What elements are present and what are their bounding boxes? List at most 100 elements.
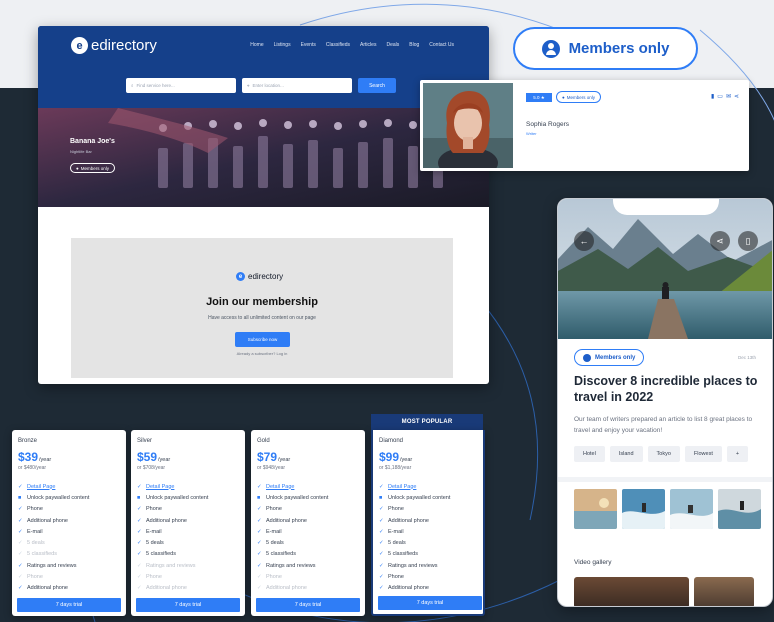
check-icon: ✓ [18, 506, 23, 513]
check-icon: ✓ [257, 540, 262, 547]
feature-label: Phone [388, 506, 404, 513]
feature-item[interactable]: ✓ Detail Page [257, 481, 361, 492]
feature-label: Unlock paywalled content [146, 494, 209, 501]
check-icon: ✓ [379, 528, 384, 535]
plan-price: $39/year [18, 450, 51, 464]
check-icon: ✓ [18, 540, 23, 547]
nav-item-home[interactable]: Home [250, 42, 263, 48]
price-amount: $39 [18, 450, 39, 464]
search-button[interactable]: Search [358, 78, 396, 93]
feature-item: ✓ Additional phone [257, 583, 361, 594]
check-icon: ✓ [137, 528, 142, 535]
article-hero-photo [558, 199, 772, 339]
gallery-thumb[interactable] [622, 489, 665, 529]
nav-item-events[interactable]: Events [301, 42, 316, 48]
site-logo[interactable]: e edirectory [71, 37, 157, 54]
most-popular-banner: MOST POPULAR [371, 414, 483, 430]
pricing-card-diamond: Diamond $99/year or $1,188/year ✓ Detail Pag… [371, 430, 485, 616]
video-thumb[interactable] [574, 577, 689, 606]
plan-name: Silver [137, 438, 153, 444]
tag-hotel[interactable]: Hotel [574, 446, 605, 462]
feature-label: Additional phone [27, 585, 68, 592]
lock-icon: ■ [137, 494, 141, 501]
chip-label: Members only [595, 354, 636, 361]
nav-item-deals[interactable]: Deals [386, 42, 399, 48]
feature-item[interactable]: ✓ Detail Page [18, 481, 122, 492]
check-icon: ✓ [137, 540, 142, 547]
location-input[interactable]: ⌖ Enter location... [242, 78, 352, 93]
profile-role[interactable]: Writer [526, 131, 537, 136]
feature-item: ✓ Ratings and reviews [137, 560, 241, 571]
share-icon[interactable]: ⋖ [734, 93, 739, 100]
members-only-chip[interactable]: ● Members only [70, 163, 115, 173]
gallery-thumb[interactable] [718, 489, 761, 529]
price-period: /year [39, 457, 52, 463]
check-icon: ✓ [257, 585, 262, 592]
gallery-thumb[interactable] [574, 489, 617, 529]
price-amount: $79 [257, 450, 278, 464]
feature-label: 5 deals [266, 540, 284, 547]
back-arrow-icon[interactable]: ← [574, 231, 594, 251]
feature-label: Detail Page [388, 483, 417, 490]
tag-flowest[interactable]: Flowest [684, 446, 722, 462]
trial-button[interactable]: 7 days trial [378, 596, 482, 610]
gallery-thumb[interactable] [670, 489, 713, 529]
mail-icon[interactable]: ✉ [726, 93, 731, 100]
share-icon[interactable]: ⋖ [710, 231, 730, 251]
article-title: Discover 8 incredible places to travel i… [574, 374, 758, 404]
section-divider [558, 477, 772, 482]
tag-tokyo[interactable]: Tokyo [647, 446, 680, 462]
feature-label: Additional phone [388, 517, 429, 524]
nav-item-articles[interactable]: Articles [360, 42, 376, 48]
trial-button[interactable]: 7 days trial [17, 598, 121, 612]
price-alternate: or $480/year [18, 465, 47, 471]
bookmark-icon[interactable]: ▯ [738, 231, 758, 251]
feature-item: ✓ 5 classifieds [257, 549, 361, 560]
check-icon: ✓ [379, 483, 384, 490]
check-icon: ✓ [379, 574, 384, 581]
feature-item: ✓ Additional phone [137, 515, 241, 526]
trial-button[interactable]: 7 days trial [136, 598, 240, 612]
tag-island[interactable]: Island [609, 446, 643, 462]
feature-item[interactable]: ✓ Detail Page [137, 481, 241, 492]
article-date: Dec 13th [737, 355, 756, 360]
feature-item[interactable]: ✓ Detail Page [379, 481, 483, 492]
user-icon: ● [76, 165, 79, 171]
phone-mockup: ← ⋖ ▯ Members only Dec 13th Discover 8 i… [557, 198, 773, 607]
feature-label: Phone [146, 574, 162, 581]
check-icon: ✓ [257, 562, 262, 569]
subscribe-button[interactable]: Subscribe now [235, 332, 290, 347]
feature-item: ✓ Additional phone [379, 515, 483, 526]
plan-price: $99/year [379, 450, 412, 464]
nav-item-listings[interactable]: Listings [274, 42, 291, 48]
monitor-icon[interactable]: ▭ [717, 93, 723, 100]
feature-label: Unlock paywalled content [388, 494, 451, 501]
check-icon: ✓ [257, 574, 262, 581]
pricing-card-silver: Silver $59/year or $708/year ✓ Detail Page ■ U… [131, 430, 245, 616]
feature-item: ✓ 5 deals [137, 537, 241, 548]
feature-list: ✓ Detail Page ■ Unlock paywalled content ✓ Ph… [18, 481, 122, 594]
nav-item-classifieds[interactable]: Classifieds [326, 42, 350, 48]
feature-label: Unlock paywalled content [266, 494, 329, 501]
nav-item-blog[interactable]: Blog [409, 42, 419, 48]
nav-item-contact[interactable]: Contact Us [429, 42, 454, 48]
price-amount: $59 [137, 450, 158, 464]
trial-button[interactable]: 7 days trial [256, 598, 360, 612]
video-thumb[interactable] [694, 577, 754, 606]
search-input[interactable]: ⌕ Find service here... [126, 78, 236, 93]
login-link[interactable]: Already a subscriber? Log in [71, 351, 453, 356]
members-only-chip[interactable]: ● Members only [556, 91, 601, 103]
feature-item: ✓ Phone [18, 571, 122, 582]
check-icon: ✓ [18, 551, 23, 558]
members-only-chip[interactable]: Members only [574, 349, 645, 366]
feature-list: ✓ Detail Page ■ Unlock paywalled content ✓ Ph… [137, 481, 241, 594]
feature-list: ✓ Detail Page ■ Unlock paywalled content ✓ Ph… [379, 481, 483, 594]
feature-label: Phone [146, 506, 162, 513]
bookmark-icon[interactable]: ▮ [711, 93, 714, 100]
feature-item: ✓ 5 deals [379, 537, 483, 548]
check-icon: ✓ [18, 585, 23, 592]
feature-item: ✓ E-mail [18, 526, 122, 537]
feature-label: 5 classifieds [27, 551, 57, 558]
feature-item: ✓ Additional phone [18, 583, 122, 594]
tag-more[interactable]: + [726, 446, 749, 462]
